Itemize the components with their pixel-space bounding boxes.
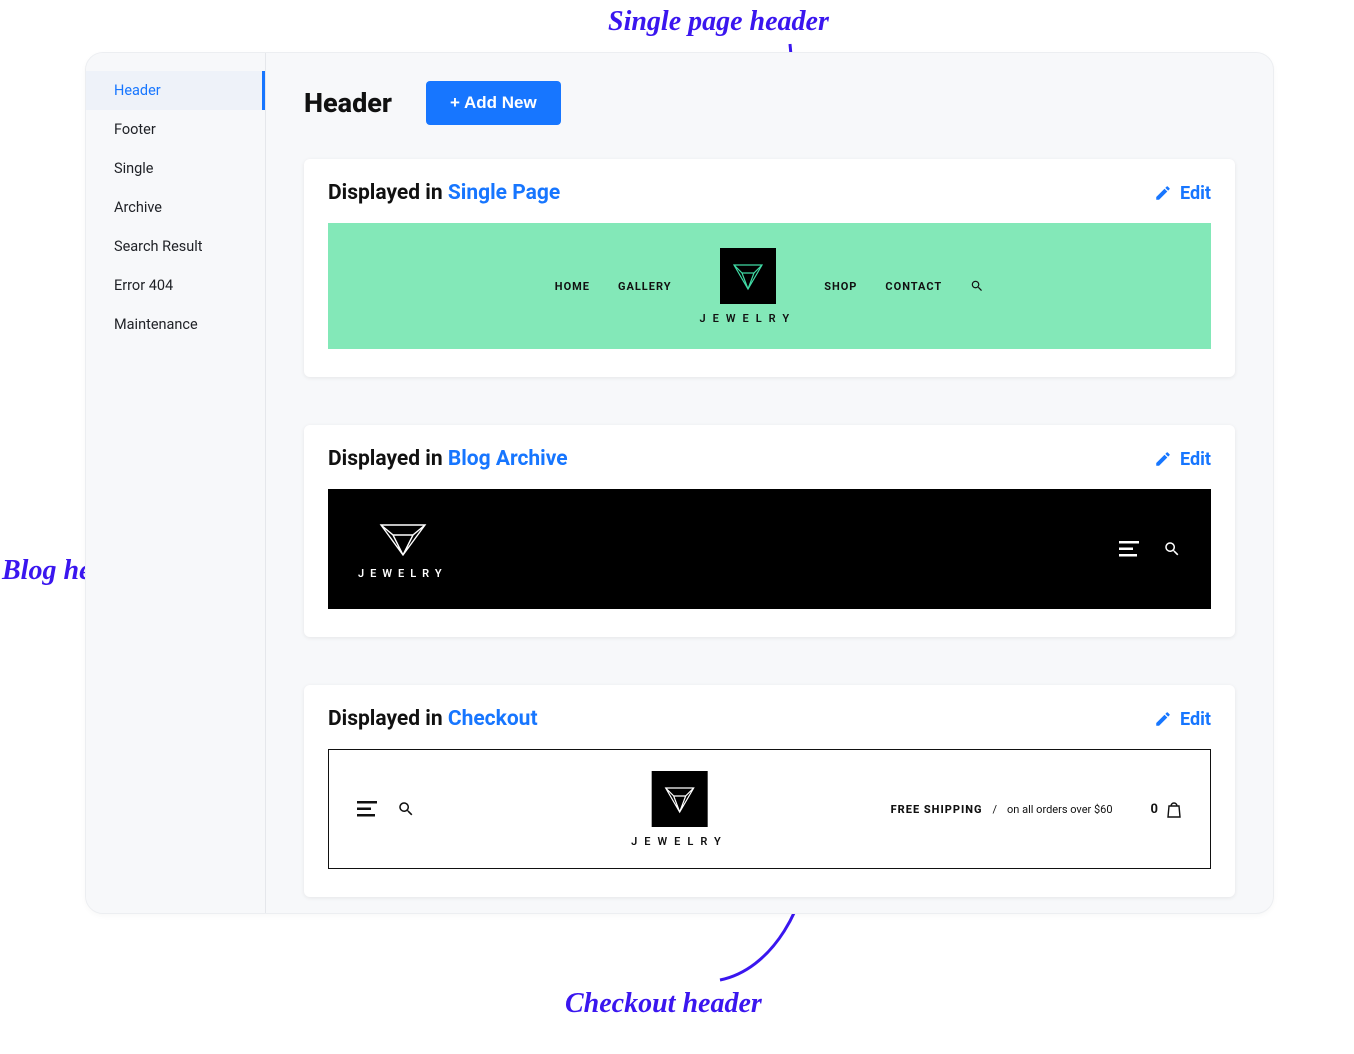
nav-contact[interactable]: CONTACT [885, 280, 942, 293]
cart-count: 0 [1151, 802, 1158, 817]
displayed-prefix: Displayed in [328, 181, 448, 205]
promo-detail: on all orders over $60 [1007, 803, 1113, 816]
annotation-checkout: Checkout header [565, 988, 762, 1020]
promo-bold: FREE SHIPPING [891, 803, 983, 816]
card-title: Displayed in Blog Archive [328, 447, 568, 471]
sidebar-item-archive[interactable]: Archive [86, 188, 265, 227]
logo: JEWELRY [631, 771, 728, 848]
location-link-single[interactable]: Single Page [448, 181, 560, 205]
header-preview-black: JEWELRY [328, 489, 1211, 609]
location-link-checkout[interactable]: Checkout [448, 707, 538, 731]
menu-icon[interactable] [357, 801, 377, 817]
logo-text: JEWELRY [700, 312, 797, 325]
diamond-icon [375, 519, 431, 559]
page-header: Header + Add New [304, 81, 1235, 125]
add-new-button[interactable]: + Add New [426, 81, 561, 125]
logo-text: JEWELRY [631, 835, 728, 848]
edit-button[interactable]: Edit [1154, 709, 1211, 730]
page-title: Header [304, 87, 392, 119]
nav-gallery[interactable]: GALLERY [618, 280, 672, 293]
displayed-prefix: Displayed in [328, 707, 448, 731]
edit-button[interactable]: Edit [1154, 449, 1211, 470]
card-title: Displayed in Checkout [328, 707, 538, 731]
app-window: Header Footer Single Archive Search Resu… [85, 52, 1274, 914]
header-card-single-page: Displayed in Single Page Edit HOME GALLE… [304, 159, 1235, 377]
logo: JEWELRY [700, 248, 797, 325]
diamond-icon [730, 261, 766, 291]
diamond-icon [661, 784, 697, 814]
edit-label: Edit [1180, 709, 1211, 730]
logo: JEWELRY [358, 519, 448, 580]
nav-shop[interactable]: SHOP [824, 280, 857, 293]
search-icon[interactable] [1163, 540, 1181, 558]
nav-home[interactable]: HOME [555, 280, 590, 293]
card-title: Displayed in Single Page [328, 181, 560, 205]
header-preview-green: HOME GALLERY JEWELRY SHOP CONTACT [328, 223, 1211, 349]
search-icon[interactable] [970, 279, 984, 293]
sidebar-item-header[interactable]: Header [86, 71, 265, 110]
sidebar-item-error-404[interactable]: Error 404 [86, 266, 265, 305]
header-card-blog-archive: Displayed in Blog Archive Edit JEWELRY [304, 425, 1235, 637]
edit-button[interactable]: Edit [1154, 183, 1211, 204]
edit-label: Edit [1180, 183, 1211, 204]
header-card-checkout: Displayed in Checkout Edit [304, 685, 1235, 897]
sidebar-item-footer[interactable]: Footer [86, 110, 265, 149]
sidebar: Header Footer Single Archive Search Resu… [86, 53, 266, 913]
displayed-prefix: Displayed in [328, 447, 448, 471]
annotation-single: Single page header [608, 6, 829, 38]
edit-label: Edit [1180, 449, 1211, 470]
promo-text: FREE SHIPPING / on all orders over $60 [891, 803, 1113, 816]
logo-text: JEWELRY [358, 567, 448, 580]
sidebar-item-search-result[interactable]: Search Result [86, 227, 265, 266]
bag-icon [1166, 800, 1182, 818]
cart-button[interactable]: 0 [1151, 800, 1182, 818]
sidebar-item-maintenance[interactable]: Maintenance [86, 305, 265, 344]
header-preview-white: JEWELRY FREE SHIPPING / on all orders ov… [328, 749, 1211, 869]
sidebar-item-single[interactable]: Single [86, 149, 265, 188]
promo-sep: / [992, 803, 997, 816]
menu-icon[interactable] [1119, 541, 1139, 557]
main-content: Header + Add New Displayed in Single Pag… [266, 53, 1273, 913]
location-link-archive[interactable]: Blog Archive [448, 447, 568, 471]
search-icon[interactable] [397, 800, 415, 818]
pencil-icon [1154, 184, 1172, 202]
pencil-icon [1154, 710, 1172, 728]
pencil-icon [1154, 450, 1172, 468]
